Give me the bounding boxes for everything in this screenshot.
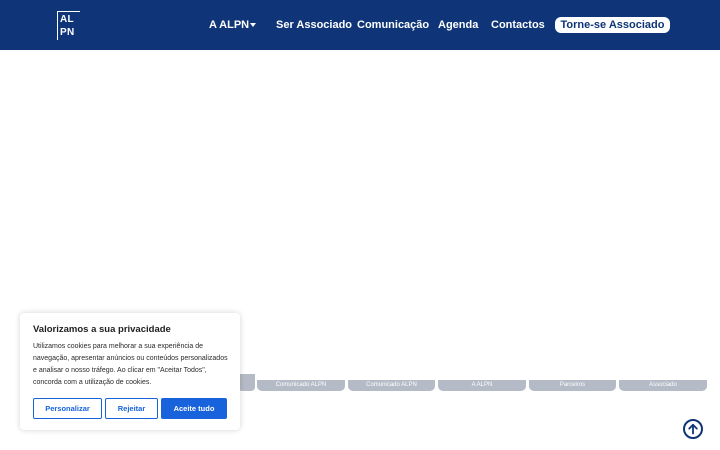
logo-line-1: AL <box>60 14 74 25</box>
nav-item-agenda[interactable]: Agenda <box>438 17 478 33</box>
chip-associado[interactable]: Associado <box>619 380 707 391</box>
cookie-title: Valorizamos a sua privacidade <box>33 324 171 335</box>
accept-all-button[interactable]: Aceite tudo <box>161 398 227 419</box>
cookie-consent-banner: Valorizamos a sua privacidade Utilizamos… <box>20 313 240 430</box>
chip-comunicado-alpn[interactable]: Comunicado ALPN <box>257 380 345 391</box>
reject-button[interactable]: Rejeitar <box>105 398 158 419</box>
site-header: AL PN A ALPN Ser Associado Comunicação A… <box>0 0 720 50</box>
chip-parceiros[interactable]: Parceiros <box>529 380 616 391</box>
chip-a-alpn[interactable]: A ALPN <box>438 380 526 391</box>
chip-partial[interactable] <box>238 374 255 391</box>
nav-item-ser-associado[interactable]: Ser Associado <box>276 17 352 33</box>
arrow-up-icon <box>688 423 698 435</box>
page: AL PN A ALPN Ser Associado Comunicação A… <box>0 0 720 450</box>
scroll-to-top-button[interactable] <box>683 419 703 439</box>
alpn-logo[interactable]: AL PN <box>57 11 80 40</box>
nav-item-contactos[interactable]: Contactos <box>491 17 545 33</box>
nav-item-a-alpn[interactable]: A ALPN <box>209 17 249 33</box>
chip-comunicado-alpn[interactable]: Comunicado ALPN <box>348 380 435 391</box>
logo-line-2: PN <box>60 27 75 38</box>
caret-down-icon[interactable] <box>250 23 256 27</box>
customize-button[interactable]: Personalizar <box>33 398 102 419</box>
nav-item-comunicacao[interactable]: Comunicação <box>357 17 429 33</box>
become-member-button[interactable]: Torne-se Associado <box>555 17 670 33</box>
cookie-text: Utilizamos cookies para melhorar a sua e… <box>33 343 228 386</box>
